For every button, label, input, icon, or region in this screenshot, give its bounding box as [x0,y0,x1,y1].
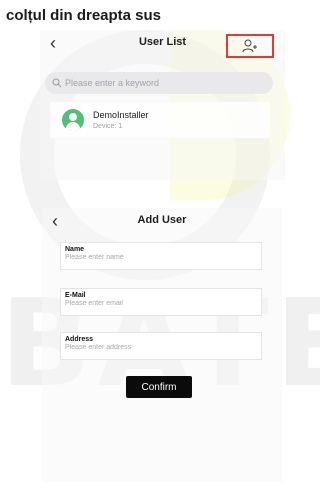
name-label: Name [65,246,85,253]
name-input[interactable] [65,254,255,261]
avatar [62,109,84,131]
person-plus-icon [242,39,257,53]
address-input[interactable] [65,344,255,351]
address-field[interactable]: Address [60,332,262,360]
user-list-screen: ‹ User List DemoInstaller Device: 1 [40,30,285,180]
search-icon [52,78,62,88]
page-title: Add User [137,214,187,226]
caption-text: colțul din dreapta sus [6,7,162,24]
address-label: Address [65,336,94,343]
email-input[interactable] [65,300,255,307]
user-list-nav: ‹ User List [40,30,285,58]
name-field[interactable]: Name [60,242,262,270]
user-name: DemoInstaller [93,110,149,120]
confirm-button[interactable]: Confirm [126,376,192,398]
email-field[interactable]: E-Mail [60,288,262,316]
add-user-button[interactable] [226,34,274,58]
add-user-screen: ‹ Add User Name E-Mail Address Confirm [42,208,282,482]
user-device-count: Device: 1 [93,123,123,130]
list-item[interactable]: DemoInstaller Device: 1 [50,102,270,138]
email-label: E-Mail [65,292,86,299]
search-input[interactable] [65,78,255,88]
search-bar[interactable] [45,72,273,94]
add-user-nav: ‹ Add User [42,208,282,236]
